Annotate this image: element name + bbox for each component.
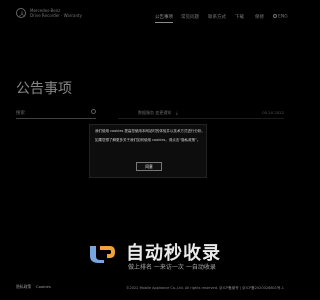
site-footer: 隐私政策 Cookies ©2022 Mobile Appliance Co.,…	[0, 280, 300, 300]
footer-copyright: ©2022 Mobile Appliance Co.,Ltd. All righ…	[125, 286, 284, 290]
watermark-subtitle: 做上排名 一来访一次 一自动收录	[128, 264, 216, 271]
footer-link-privacy[interactable]: 隐私政策	[16, 284, 31, 290]
footer-link-cookies[interactable]: Cookies	[36, 284, 51, 289]
watermark-banner: 自动秒收录 做上排名 一来访一次 一自动收录	[84, 238, 284, 272]
accept-cookies-button[interactable]: 同意	[136, 162, 162, 171]
watermark-logo-icon	[90, 246, 115, 263]
cookie-text-1: 我们使用 cookies 提高您使用本网站时的体验并以技术方式进行分析。	[95, 129, 203, 133]
cookie-dialog: 我们使用 cookies 提高您使用本网站时的体验并以技术方式进行分析。 如果您…	[89, 124, 207, 178]
cookie-text-2: 如果您想了解更多关于我们如何使用 cookies，请点击“隐私政策”。	[95, 138, 201, 142]
